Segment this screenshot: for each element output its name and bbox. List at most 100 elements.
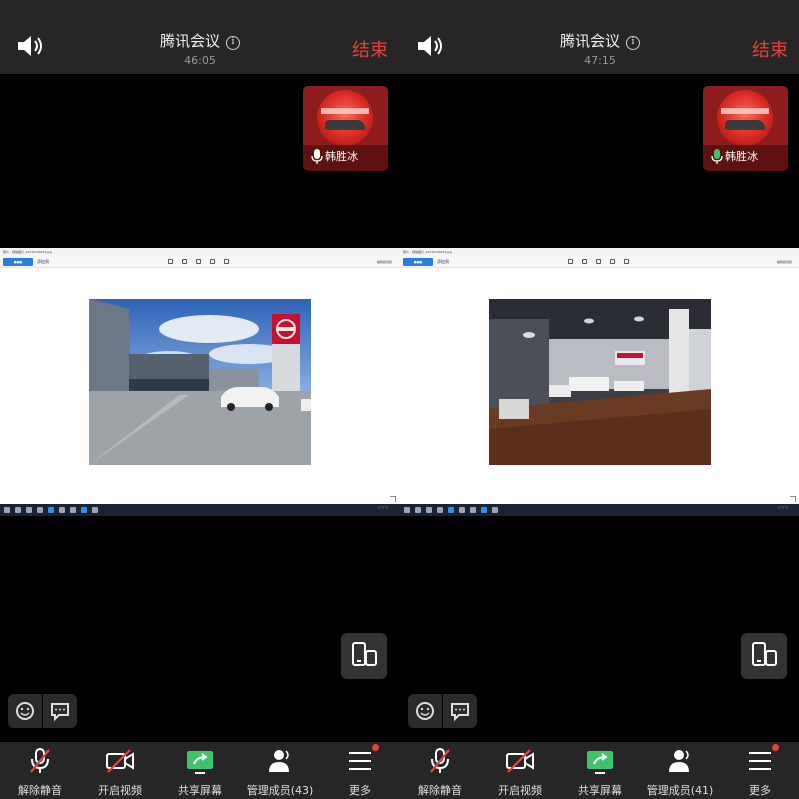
meeting-timer: 47:15 xyxy=(584,54,616,67)
photo-tools xyxy=(568,259,629,264)
delete-icon[interactable] xyxy=(182,259,187,264)
photos-icon[interactable] xyxy=(81,507,87,513)
camera-off-icon xyxy=(106,749,134,773)
mic-muted-icon xyxy=(30,748,50,773)
rotate-icon[interactable] xyxy=(610,259,615,264)
chrome-icon[interactable] xyxy=(59,507,65,513)
crop-icon[interactable] xyxy=(224,259,229,264)
microphone-icon xyxy=(311,149,323,164)
expand-icon[interactable] xyxy=(390,496,396,502)
share-screen-button[interactable]: 共享屏幕 xyxy=(560,742,640,799)
start-video-label: 开启视频 xyxy=(498,784,542,797)
edit-create-button[interactable]: 编辑和创建 xyxy=(777,258,792,266)
zoom-icon[interactable] xyxy=(568,259,573,264)
switch-view-button[interactable] xyxy=(741,633,787,679)
switch-view-button[interactable] xyxy=(341,633,387,679)
bottom-toolbar: 解除静音 开启视频 共享屏幕 xyxy=(400,742,799,799)
poster-car xyxy=(725,120,765,130)
start-video-button[interactable]: 开启视频 xyxy=(80,742,160,799)
screenshot-root: 腾讯会议 i 46:05 结束 韩胜冰 照片 - 微信图片_20210108150… xyxy=(0,0,799,799)
edge-icon[interactable] xyxy=(448,507,454,513)
crop-icon[interactable] xyxy=(624,259,629,264)
manage-members-button[interactable]: 管理成员(41) xyxy=(640,742,720,799)
chat-icon xyxy=(51,703,69,722)
share-screen-icon xyxy=(587,751,613,774)
add-to-button[interactable]: 添加到 xyxy=(37,258,49,266)
unmute-button[interactable]: 解除静音 xyxy=(0,742,80,799)
file-explorer-icon[interactable] xyxy=(437,507,443,513)
info-icon[interactable]: i xyxy=(226,36,240,50)
rotate-icon[interactable] xyxy=(210,259,215,264)
emoji-icon xyxy=(416,702,434,720)
poster-car xyxy=(325,120,365,130)
photos-icon[interactable] xyxy=(481,507,487,513)
photos-app-toolbar: ■■■ 添加到 编辑和创建 xyxy=(0,256,400,268)
share-screen-label: 共享屏幕 xyxy=(578,784,622,797)
view-all-photos-button[interactable]: ■■■ xyxy=(403,258,433,266)
participant-video-tile[interactable]: 韩胜冰 xyxy=(703,86,788,171)
start-icon[interactable] xyxy=(4,507,10,513)
edit-create-button[interactable]: 编辑和创建 xyxy=(377,258,392,266)
notification-dot xyxy=(372,744,379,751)
poster-banner xyxy=(721,108,769,114)
meeting-title[interactable]: 腾讯会议 i xyxy=(400,30,799,51)
manage-members-button[interactable]: 管理成员(43) xyxy=(240,742,320,799)
meeting-top-bar: 腾讯会议 i 47:15 结束 xyxy=(400,0,799,74)
shared-screen[interactable]: 照片 - 微信图片_20210108150.jpg ■■■ 添加到 编辑和创建 xyxy=(0,248,400,516)
photos-app-toolbar: ■■■ 添加到 编辑和创建 xyxy=(400,256,799,268)
more-label: 更多 xyxy=(749,784,771,797)
photo-tools xyxy=(168,259,229,264)
more-button[interactable]: 更多 xyxy=(320,742,400,799)
participant-name: 韩胜冰 xyxy=(325,150,358,163)
search-icon[interactable] xyxy=(415,507,421,513)
unmute-label: 解除静音 xyxy=(418,784,462,797)
unmute-button[interactable]: 解除静音 xyxy=(400,742,480,799)
info-icon[interactable]: i xyxy=(626,36,640,50)
meeting-pane-right: 腾讯会议 i 47:15 结束 韩胜冰 照片 - 微信图片_20210108150… xyxy=(400,0,799,799)
switch-view-icon xyxy=(752,642,777,666)
share-screen-button[interactable]: 共享屏幕 xyxy=(160,742,240,799)
photos-window-title: 照片 - 微信图片_20210108150.jpg xyxy=(0,248,400,256)
meeting-title-text: 腾讯会议 xyxy=(559,32,620,50)
folder-icon[interactable] xyxy=(70,507,76,513)
share-screen-label: 共享屏幕 xyxy=(178,784,222,797)
chat-button[interactable] xyxy=(43,694,77,728)
emoji-button[interactable] xyxy=(8,694,42,728)
search-icon[interactable] xyxy=(15,507,21,513)
app-icon[interactable] xyxy=(92,507,98,513)
view-all-photos-button[interactable]: ■■■ xyxy=(3,258,33,266)
participant-video-tile[interactable]: 韩胜冰 xyxy=(303,86,388,171)
file-explorer-icon[interactable] xyxy=(37,507,43,513)
switch-view-icon xyxy=(352,642,377,666)
emoji-button[interactable] xyxy=(408,694,442,728)
task-view-icon[interactable] xyxy=(426,507,432,513)
delete-icon[interactable] xyxy=(582,259,587,264)
chrome-icon[interactable] xyxy=(459,507,465,513)
favorite-icon[interactable] xyxy=(196,259,201,264)
end-meeting-button[interactable]: 结束 xyxy=(752,36,788,62)
add-to-button[interactable]: 添加到 xyxy=(437,258,449,266)
more-button[interactable]: 更多 xyxy=(720,742,799,799)
folder-icon[interactable] xyxy=(470,507,476,513)
meeting-title[interactable]: 腾讯会议 i xyxy=(0,30,400,51)
windows-taskbar: ▢ ▢ ▢ xyxy=(400,504,799,516)
meeting-top-bar: 腾讯会议 i 46:05 结束 xyxy=(0,0,400,74)
expand-icon[interactable] xyxy=(790,496,796,502)
shared-photo-showroom xyxy=(489,299,711,465)
task-view-icon[interactable] xyxy=(26,507,32,513)
start-video-button[interactable]: 开启视频 xyxy=(480,742,560,799)
meeting-title-text: 腾讯会议 xyxy=(159,32,220,50)
start-icon[interactable] xyxy=(404,507,410,513)
app-icon[interactable] xyxy=(492,507,498,513)
camera-off-icon xyxy=(506,749,534,773)
meeting-pane-left: 腾讯会议 i 46:05 结束 韩胜冰 照片 - 微信图片_20210108150… xyxy=(0,0,400,799)
end-meeting-button[interactable]: 结束 xyxy=(352,36,388,62)
microphone-active-icon xyxy=(711,149,723,164)
shared-screen[interactable]: 照片 - 微信图片_20210108150.jpg ■■■ 添加到 编辑和创建 xyxy=(400,248,799,516)
zoom-icon[interactable] xyxy=(168,259,173,264)
mic-muted-icon xyxy=(430,748,450,773)
favorite-icon[interactable] xyxy=(596,259,601,264)
members-icon xyxy=(669,750,689,772)
edge-icon[interactable] xyxy=(48,507,54,513)
chat-button[interactable] xyxy=(443,694,477,728)
